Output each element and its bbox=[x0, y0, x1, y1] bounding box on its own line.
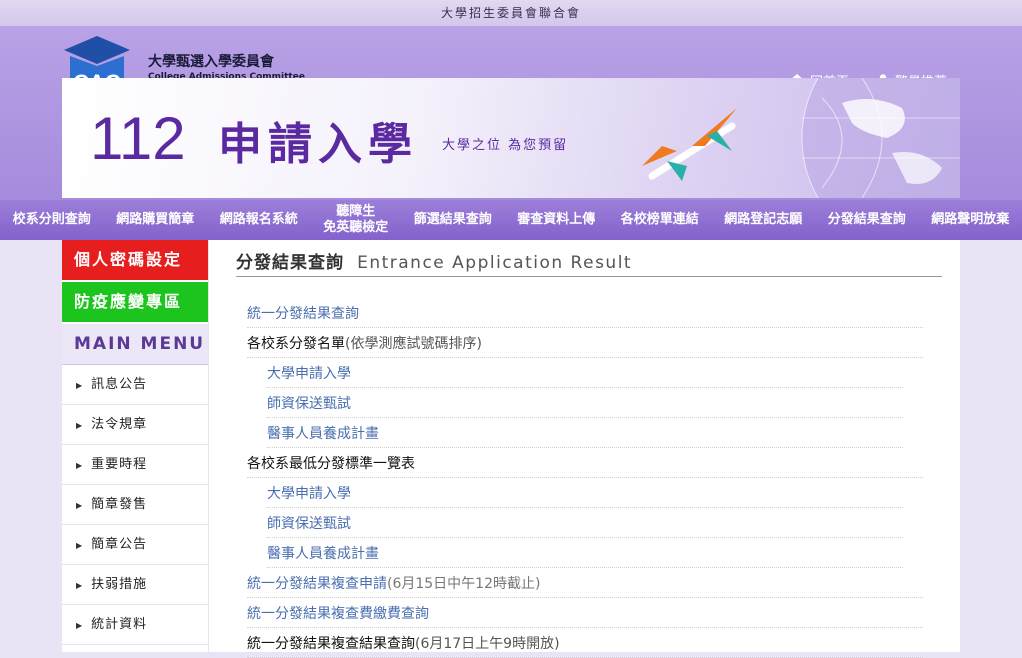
standard-university-application-link[interactable]: 大學申請入學 bbox=[267, 478, 903, 508]
standard-teacher-recommendation-link[interactable]: 師資保送甄試 bbox=[267, 508, 903, 538]
banner-year: 112 bbox=[90, 105, 186, 172]
sidebar-item-brochure-notice[interactable]: ▶ 簡章公告 bbox=[62, 525, 208, 565]
sidebar-item-assistance[interactable]: ▶ 扶弱措施 bbox=[62, 565, 208, 605]
caret-right-icon: ▶ bbox=[76, 581, 84, 590]
top-bar: 大學招生委員會聯合會 bbox=[0, 0, 1022, 26]
sidebar-item-label: 重要時程 bbox=[91, 457, 148, 472]
airplane-icon bbox=[642, 108, 737, 181]
caret-right-icon: ▶ bbox=[76, 541, 84, 550]
nav-buy-brochure[interactable]: 網路購買簡章 bbox=[116, 212, 194, 228]
nav-upload-materials[interactable]: 審查資料上傳 bbox=[517, 212, 595, 228]
allocation-list-heading: 各校系分發名單(依學測應試號碼排序) bbox=[247, 328, 923, 358]
review-result-query: 統一分發結果複查結果查詢(6月17日上午9時開放) bbox=[247, 628, 923, 658]
nav-online-registration[interactable]: 網路報名系統 bbox=[220, 212, 298, 228]
list-university-application-link[interactable]: 大學申請入學 bbox=[267, 358, 903, 388]
sidebar-item-schedule[interactable]: ▶ 重要時程 bbox=[62, 445, 208, 485]
caret-right-icon: ▶ bbox=[76, 621, 84, 630]
sidebar-item-statistics[interactable]: ▶ 統計資料 bbox=[62, 605, 208, 645]
sidebar-item-label: 法令規章 bbox=[91, 417, 148, 432]
sidebar-item-brochure-sale[interactable]: ▶ 簡章發售 bbox=[62, 485, 208, 525]
caret-right-icon: ▶ bbox=[76, 501, 84, 510]
sidebar-item-label: 訊息公告 bbox=[91, 377, 148, 392]
sidebar-item-label: 簡章公告 bbox=[91, 537, 148, 552]
sidebar-item-label: 統計資料 bbox=[91, 617, 148, 632]
nav-register-choices[interactable]: 網路登記志願 bbox=[724, 212, 802, 228]
caret-right-icon: ▶ bbox=[76, 381, 84, 390]
nav-declare-waiver[interactable]: 網路聲明放棄 bbox=[931, 212, 1009, 228]
banner-title: 申請入學 bbox=[218, 119, 418, 170]
banner-slogan: 大學之位 為您預留 bbox=[442, 138, 569, 153]
standard-medical-training-link[interactable]: 醫事人員養成計畫 bbox=[267, 538, 903, 568]
nav-hearing-impaired[interactable]: 聽障生 免英聽檢定 bbox=[323, 204, 388, 236]
main-content: 分發結果查詢 Entrance Application Result 統一分發結… bbox=[209, 240, 960, 658]
unified-allocation-query-link[interactable]: 統一分發結果查詢 bbox=[247, 298, 923, 328]
minimum-standard-heading: 各校系最低分發標準一覽表 bbox=[247, 448, 923, 478]
result-list: 統一分發結果查詢 各校系分發名單(依學測應試號碼排序) 大學申請入學 師資保送甄… bbox=[247, 298, 923, 658]
nav-hearing-line2: 免英聽檢定 bbox=[323, 220, 389, 235]
caret-right-icon: ▶ bbox=[76, 421, 84, 430]
main-nav: 校系分則查詢 網路購買簡章 網路報名系統 聽障生 免英聽檢定 篩選結果查詢 審查… bbox=[0, 200, 1022, 240]
sidebar-item-label: 簡章發售 bbox=[91, 497, 148, 512]
nav-hearing-line1: 聽障生 bbox=[336, 204, 376, 219]
nav-school-lists[interactable]: 各校榜單連結 bbox=[621, 212, 699, 228]
banner: 112 申請入學 大學之位 為您預留 bbox=[62, 78, 960, 198]
list-medical-training-link[interactable]: 醫事人員養成計畫 bbox=[267, 418, 903, 448]
password-settings-button[interactable]: 個人密碼設定 bbox=[62, 240, 208, 280]
sidebar-item-announcements[interactable]: ▶ 訊息公告 bbox=[62, 365, 208, 405]
logo-title: 大學甄選入學委員會 bbox=[148, 54, 274, 70]
sidebar: 個人密碼設定 防疫應變專區 MAIN MENU ▶ 訊息公告 ▶ 法令規章 ▶ 重要時… bbox=[62, 240, 208, 652]
review-fee-query-link[interactable]: 統一分發結果複查費繳費查詢 bbox=[247, 598, 923, 628]
caret-right-icon: ▶ bbox=[76, 461, 84, 470]
sidebar-item-regulations[interactable]: ▶ 法令規章 bbox=[62, 405, 208, 445]
nav-allocation-result[interactable]: 分發結果查詢 bbox=[828, 212, 906, 228]
list-teacher-recommendation-link[interactable]: 師資保送甄試 bbox=[267, 388, 903, 418]
epidemic-zone-button[interactable]: 防疫應變專區 bbox=[62, 282, 208, 322]
page-title-cn: 分發結果查詢 bbox=[236, 253, 344, 273]
page-title: 分發結果查詢 Entrance Application Result bbox=[236, 248, 942, 277]
nav-screening-result[interactable]: 篩選結果查詢 bbox=[414, 212, 492, 228]
nav-department-rules[interactable]: 校系分則查詢 bbox=[13, 212, 91, 228]
review-application-link[interactable]: 統一分發結果複查申請(6月15日中午12時截止) bbox=[247, 568, 923, 598]
page-title-en: Entrance Application Result bbox=[357, 253, 633, 273]
sidebar-item-label: 扶弱措施 bbox=[91, 577, 148, 592]
main-menu-title: MAIN MENU bbox=[62, 324, 208, 365]
